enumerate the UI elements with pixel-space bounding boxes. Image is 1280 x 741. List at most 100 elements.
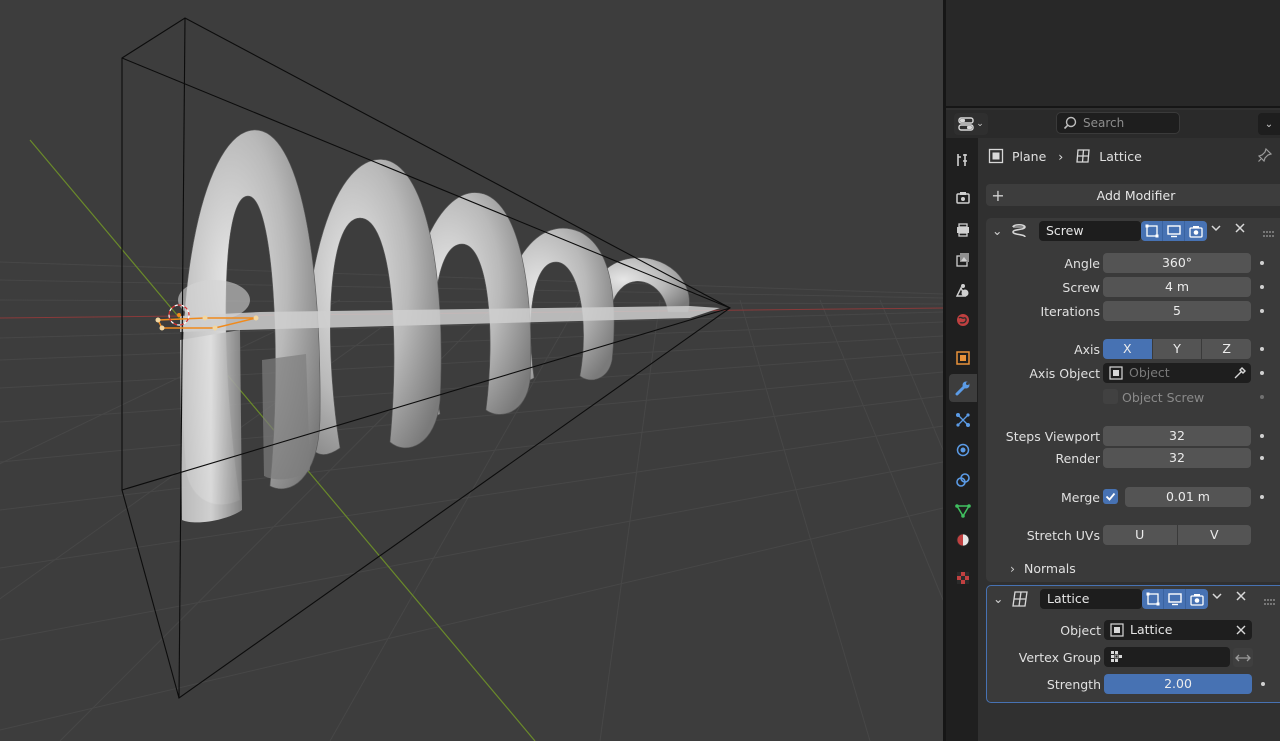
- search-placeholder: Search: [1083, 116, 1125, 130]
- 3d-viewport[interactable]: [0, 0, 943, 741]
- outliner-area[interactable]: [946, 0, 1280, 108]
- tab-modifiers[interactable]: [949, 374, 977, 402]
- keyframe-dot[interactable]: [1260, 395, 1264, 399]
- axis-x-button[interactable]: X: [1103, 339, 1153, 359]
- axis-z-button[interactable]: Z: [1202, 339, 1252, 359]
- collapse-chevron-icon[interactable]: ⌄: [992, 223, 1002, 238]
- search-input[interactable]: Search: [1056, 112, 1180, 134]
- keyframe-dot[interactable]: [1260, 285, 1264, 289]
- modifier-menu-dropdown[interactable]: [1211, 590, 1223, 605]
- modifier-menu-dropdown[interactable]: [1210, 222, 1222, 237]
- angle-row: Angle 360°: [986, 253, 1280, 274]
- properties-editor-icon: [958, 117, 974, 131]
- options-dropdown[interactable]: ⌄: [1258, 113, 1280, 135]
- keyframe-dot[interactable]: [1261, 682, 1265, 686]
- screw-field[interactable]: 4 m: [1103, 277, 1251, 297]
- collapse-chevron-icon[interactable]: ⌄: [993, 591, 1003, 606]
- clear-icon[interactable]: [1235, 624, 1247, 636]
- tool-icon: [957, 154, 967, 166]
- stretch-u-toggle[interactable]: U: [1103, 525, 1178, 545]
- edit-mode-toggle[interactable]: [1141, 221, 1163, 241]
- merge-checkbox[interactable]: [1103, 489, 1118, 504]
- tab-tool[interactable]: [949, 146, 977, 174]
- viewport-toggle[interactable]: [1163, 221, 1185, 241]
- axis-object-field[interactable]: Object: [1103, 363, 1251, 383]
- viewport-toggle[interactable]: [1164, 589, 1186, 609]
- render-steps-label: Render: [1055, 451, 1100, 466]
- tab-constraints[interactable]: [949, 466, 977, 494]
- strength-slider[interactable]: 2.00: [1104, 674, 1252, 694]
- drag-grip-icon[interactable]: [1262, 226, 1276, 241]
- physics-icon: [956, 443, 970, 457]
- breadcrumb-data[interactable]: Lattice: [1099, 149, 1141, 164]
- chevron-right-icon: ›: [1058, 148, 1064, 164]
- tab-particles[interactable]: [949, 406, 977, 434]
- lattice-icon: [1076, 149, 1091, 163]
- keyframe-dot[interactable]: [1260, 309, 1264, 313]
- view-layer-icon: [956, 253, 969, 267]
- camera-icon: [1190, 594, 1204, 606]
- object-screw-checkbox[interactable]: [1103, 389, 1118, 404]
- merge-threshold-field[interactable]: 0.01 m: [1125, 487, 1251, 507]
- render-steps-row: Render 32: [986, 448, 1280, 469]
- chevron-down-icon: [1212, 593, 1222, 600]
- render-toggle[interactable]: [1185, 221, 1207, 241]
- screw-label: Screw: [1062, 280, 1100, 295]
- floor-grid: [0, 261, 943, 741]
- keyframe-dot[interactable]: [1260, 261, 1264, 265]
- particles-icon: [956, 413, 970, 427]
- render-toggle[interactable]: [1186, 589, 1208, 609]
- properties-panel[interactable]: Plane › Lattice + Add Modifier ⌄ Screw A…: [978, 138, 1280, 741]
- tab-object[interactable]: [949, 344, 977, 372]
- iterations-field[interactable]: 5: [1103, 301, 1251, 321]
- keyframe-dot[interactable]: [1260, 456, 1264, 460]
- object-icon: [956, 351, 970, 365]
- viewport-scene[interactable]: [0, 0, 943, 741]
- screw-modifier-icon: [1012, 224, 1026, 238]
- angle-field[interactable]: 360°: [1103, 253, 1251, 273]
- pin-icon[interactable]: [1257, 147, 1273, 165]
- keyframe-dot[interactable]: [1260, 371, 1264, 375]
- screw-modifier-header: ⌄ Screw: [986, 218, 1280, 244]
- vertex-group-label: Vertex Group: [1018, 650, 1101, 665]
- lattice-object-value: Lattice: [1130, 622, 1173, 637]
- tab-physics[interactable]: [949, 436, 977, 464]
- lattice-object-field[interactable]: Lattice: [1104, 620, 1252, 640]
- render-steps-field[interactable]: 32: [1103, 448, 1251, 468]
- tab-data[interactable]: [949, 496, 977, 524]
- properties-tabs: [946, 138, 978, 741]
- invert-arrows-icon[interactable]: [1233, 648, 1253, 667]
- edit-mode-toggle[interactable]: [1142, 589, 1164, 609]
- vertex-group-field[interactable]: [1104, 647, 1230, 667]
- tab-render[interactable]: [949, 184, 977, 212]
- material-icon: [956, 533, 970, 547]
- breadcrumb-object[interactable]: Plane: [1012, 149, 1046, 164]
- screw-modifier-name[interactable]: Screw: [1039, 221, 1141, 241]
- texture-icon: [957, 572, 969, 584]
- keyframe-dot[interactable]: [1260, 495, 1264, 499]
- tab-world[interactable]: [949, 306, 977, 334]
- eyedropper-icon[interactable]: [1233, 366, 1247, 380]
- drag-grip-icon[interactable]: [1263, 594, 1277, 609]
- visibility-toggles: [1141, 221, 1207, 241]
- normals-subpanel-header[interactable]: › Normals: [986, 558, 1280, 579]
- axis-y-button[interactable]: Y: [1152, 339, 1203, 359]
- lattice-modifier-name[interactable]: Lattice: [1040, 589, 1142, 609]
- steps-viewport-label: Steps Viewport: [1005, 429, 1100, 444]
- screw-mesh[interactable]: [178, 129, 720, 523]
- keyframe-dot[interactable]: [1260, 347, 1264, 351]
- tab-output[interactable]: [949, 216, 977, 244]
- remove-modifier-button[interactable]: [1235, 590, 1247, 605]
- tab-texture[interactable]: [949, 564, 977, 592]
- tab-material[interactable]: [949, 526, 977, 554]
- tab-scene[interactable]: [949, 276, 977, 304]
- keyframe-dot[interactable]: [1260, 434, 1264, 438]
- editor-type-button[interactable]: ⌄: [954, 113, 988, 135]
- steps-viewport-field[interactable]: 32: [1103, 426, 1251, 446]
- remove-modifier-button[interactable]: [1234, 222, 1246, 237]
- tab-view-layer[interactable]: [949, 246, 977, 274]
- stretch-v-toggle[interactable]: V: [1177, 525, 1251, 545]
- add-modifier-button[interactable]: + Add Modifier: [986, 184, 1280, 206]
- monitor-icon: [1167, 593, 1182, 606]
- lattice-modifier-header: ⌄ Lattice: [987, 586, 1280, 612]
